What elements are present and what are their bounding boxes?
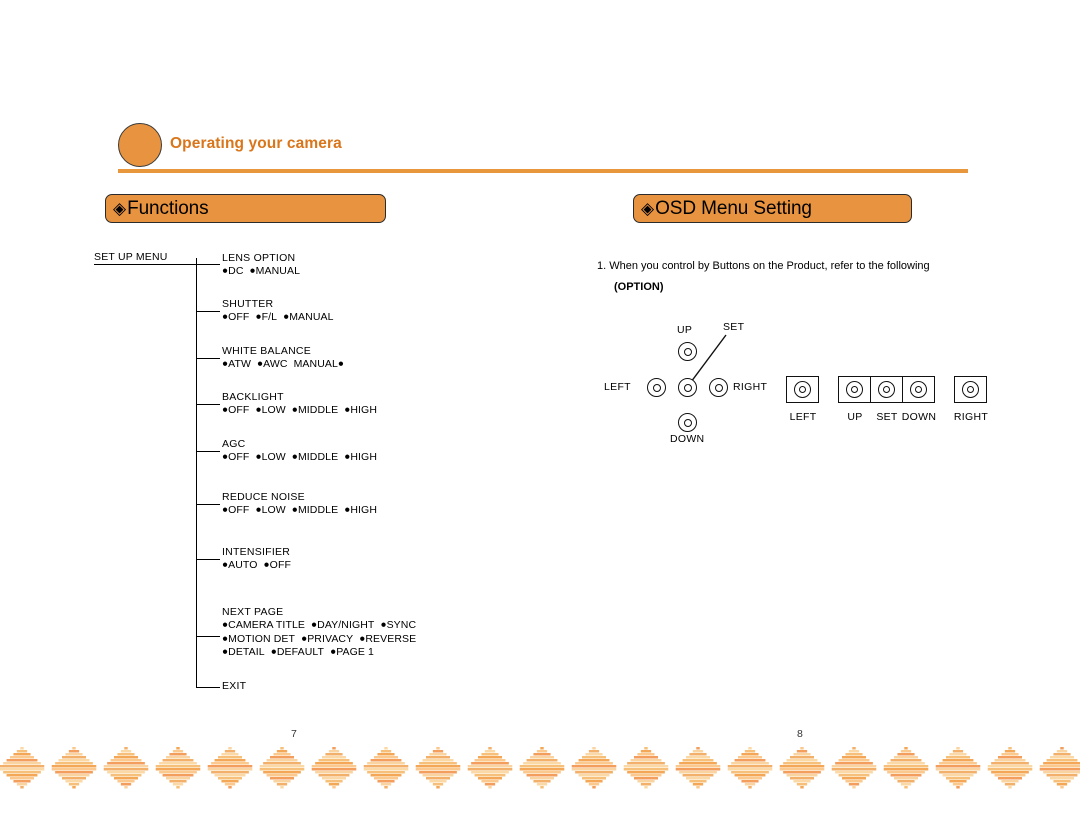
dpad-button-right[interactable]: [709, 378, 728, 397]
strip-label-right: RIGHT: [953, 411, 989, 423]
strip-button-down[interactable]: [902, 376, 935, 403]
dpad-label-set: SET: [723, 321, 745, 333]
dpad-button-down[interactable]: [678, 413, 697, 432]
ring-icon: [846, 381, 863, 398]
dpad-label-down: DOWN: [670, 433, 705, 445]
dpad-label-right: RIGHT: [733, 381, 768, 393]
ring-icon: [878, 381, 895, 398]
button-strip: LEFT UP SET DOWN RIGHT: [786, 376, 988, 434]
strip-button-left[interactable]: [786, 376, 819, 403]
osd-menu-panel: 1. When you control by Buttons on the Pr…: [0, 0, 1080, 720]
strip-label-left: LEFT: [789, 411, 817, 423]
page-number-right: 8: [797, 728, 803, 740]
footer-decoration-band: [0, 745, 1080, 791]
strip-button-set[interactable]: [870, 376, 903, 403]
dpad-label-up: UP: [677, 324, 693, 336]
ring-icon: [962, 381, 979, 398]
page-number-left: 7: [291, 728, 297, 740]
dpad-button-left[interactable]: [647, 378, 666, 397]
strip-label-down: DOWN: [901, 411, 937, 423]
osd-option-note: (OPTION): [614, 281, 664, 293]
osd-instruction-text: 1. When you control by Buttons on the Pr…: [597, 260, 930, 272]
dpad-button-set[interactable]: [678, 378, 697, 397]
ring-icon: [910, 381, 927, 398]
dpad-button-up[interactable]: [678, 342, 697, 361]
strip-button-up[interactable]: [838, 376, 871, 403]
ring-icon: [794, 381, 811, 398]
dpad-cluster: UP DOWN LEFT RIGHT SET: [600, 315, 790, 445]
footer-diamond-pattern: [0, 747, 1080, 789]
strip-button-right[interactable]: [954, 376, 987, 403]
dpad-label-left: LEFT: [604, 381, 631, 393]
